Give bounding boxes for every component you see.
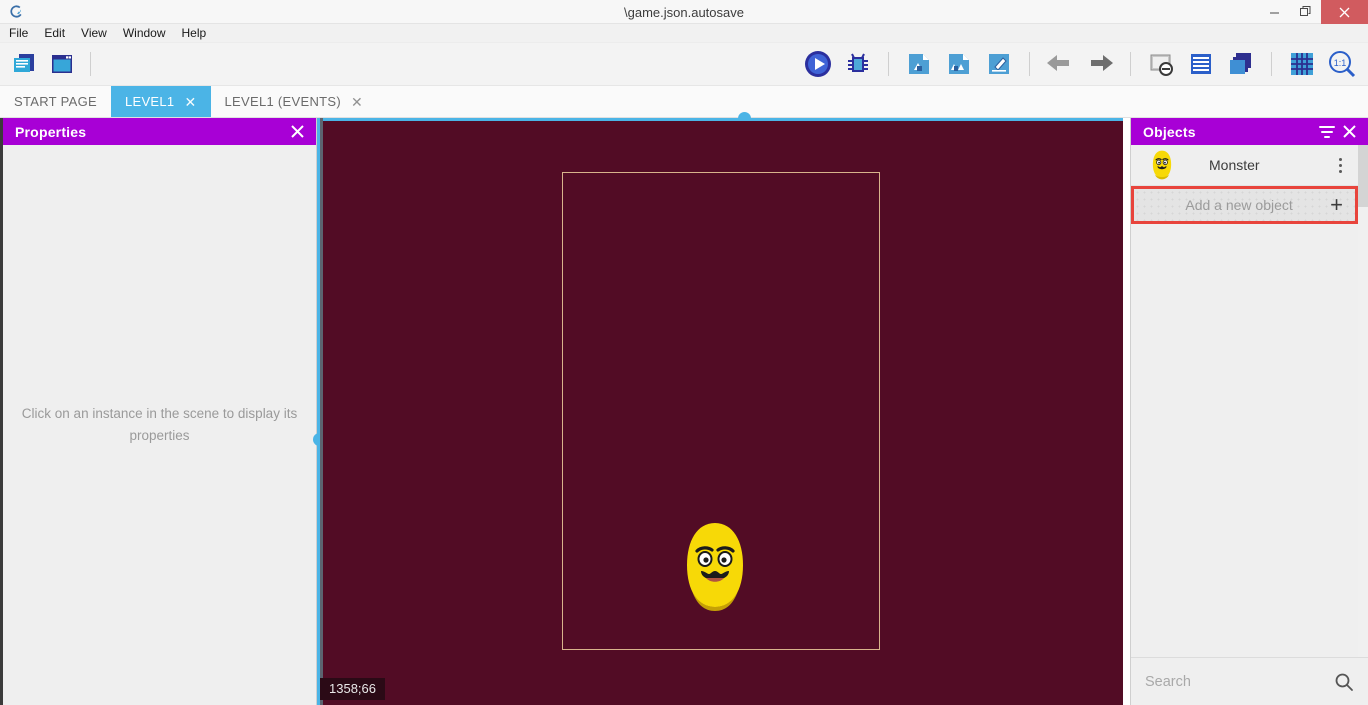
svg-text:1:1: 1:1 xyxy=(1334,58,1347,68)
more-vertical-icon[interactable] xyxy=(1328,158,1352,173)
toolbar-separator xyxy=(90,52,91,76)
menubar: File Edit View Window Help xyxy=(0,24,1368,43)
objects-list: Monster Add a new object + xyxy=(1131,145,1358,224)
close-icon[interactable]: ✕ xyxy=(184,95,196,109)
canvas-top-edge xyxy=(320,118,1123,121)
toolbar: 1:1 xyxy=(0,43,1368,86)
window-title: \game.json.autosave xyxy=(0,0,1368,24)
toolbar-separator xyxy=(1029,52,1030,76)
toolbar-separator xyxy=(1130,52,1131,76)
tab-label: LEVEL1 (EVENTS) xyxy=(225,94,342,109)
film-no-icon[interactable] xyxy=(1145,48,1177,80)
documents-icon[interactable] xyxy=(8,48,40,80)
zoom-1to1-icon[interactable]: 1:1 xyxy=(1326,48,1358,80)
search-icon[interactable] xyxy=(1332,672,1355,692)
filter-icon[interactable] xyxy=(1316,121,1338,143)
properties-panel: Properties Click on an instance in the s… xyxy=(0,118,317,705)
tab-start-page[interactable]: START PAGE xyxy=(0,86,111,117)
menu-item-view[interactable]: View xyxy=(73,24,115,43)
window-icon[interactable] xyxy=(46,48,78,80)
window-title-suffix: \game.json.autosave xyxy=(624,5,744,20)
play-icon[interactable] xyxy=(802,48,834,80)
properties-panel-header: Properties xyxy=(3,118,316,145)
objects-scrollbar-track[interactable] xyxy=(1358,145,1368,705)
objects-search-bar xyxy=(1131,657,1368,705)
close-icon[interactable] xyxy=(286,121,308,143)
scene-canvas[interactable]: 1358;66 xyxy=(320,118,1123,705)
external-layout-icon[interactable] xyxy=(943,48,975,80)
tab-label: START PAGE xyxy=(14,94,97,109)
close-icon[interactable] xyxy=(1338,121,1360,143)
scene-page-icon[interactable] xyxy=(903,48,935,80)
properties-empty-hint: Click on an instance in the scene to dis… xyxy=(15,403,305,447)
objects-scrollbar-thumb[interactable] xyxy=(1358,145,1368,207)
application-window: \game.json.autosave File Edit View xyxy=(0,0,1368,705)
menu-item-window[interactable]: Window xyxy=(115,24,174,43)
add-new-object-label: Add a new object xyxy=(1148,197,1330,213)
add-new-object-button[interactable]: Add a new object + xyxy=(1131,186,1358,224)
undo-arrow-icon[interactable] xyxy=(1044,48,1076,80)
properties-panel-body: Click on an instance in the scene to dis… xyxy=(3,145,316,705)
tabbar: START PAGE LEVEL1 ✕ LEVEL1 (EVENTS) ✕ xyxy=(0,86,1368,118)
tab-level1-events[interactable]: LEVEL1 (EVENTS) ✕ xyxy=(211,86,378,117)
monster-sprite-instance[interactable] xyxy=(683,521,747,613)
toolbar-separator xyxy=(1271,52,1272,76)
list-icon[interactable] xyxy=(1185,48,1217,80)
close-icon[interactable]: ✕ xyxy=(351,95,363,109)
minimize-button[interactable] xyxy=(1259,0,1290,24)
panel-title: Objects xyxy=(1143,124,1316,140)
app-logo-icon xyxy=(0,0,26,24)
layers-icon[interactable] xyxy=(1225,48,1257,80)
tab-label: LEVEL1 xyxy=(125,94,175,109)
cursor-coordinates: 1358;66 xyxy=(320,678,385,700)
monster-sprite-icon xyxy=(1149,149,1175,181)
canvas-left-ruler xyxy=(320,118,323,705)
objects-panel: Objects xyxy=(1130,118,1368,705)
menu-item-edit[interactable]: Edit xyxy=(36,24,73,43)
redo-arrow-icon[interactable] xyxy=(1084,48,1116,80)
bug-icon[interactable] xyxy=(842,48,874,80)
toolbar-separator xyxy=(888,52,889,76)
plus-icon: + xyxy=(1330,194,1347,216)
tab-level1[interactable]: LEVEL1 ✕ xyxy=(111,86,211,117)
titlebar: \game.json.autosave xyxy=(0,0,1368,24)
list-item[interactable]: Monster xyxy=(1131,145,1358,186)
menu-item-file[interactable]: File xyxy=(0,24,36,43)
restore-button[interactable] xyxy=(1290,0,1321,24)
search-input[interactable] xyxy=(1145,674,1332,690)
close-button[interactable] xyxy=(1321,0,1368,24)
objects-panel-header: Objects xyxy=(1131,118,1368,145)
window-controls xyxy=(1259,0,1368,24)
panel-title: Properties xyxy=(15,124,286,140)
pencil-page-icon[interactable] xyxy=(983,48,1015,80)
menu-item-help[interactable]: Help xyxy=(174,24,215,43)
object-name: Monster xyxy=(1175,157,1328,173)
grid-icon[interactable] xyxy=(1286,48,1318,80)
